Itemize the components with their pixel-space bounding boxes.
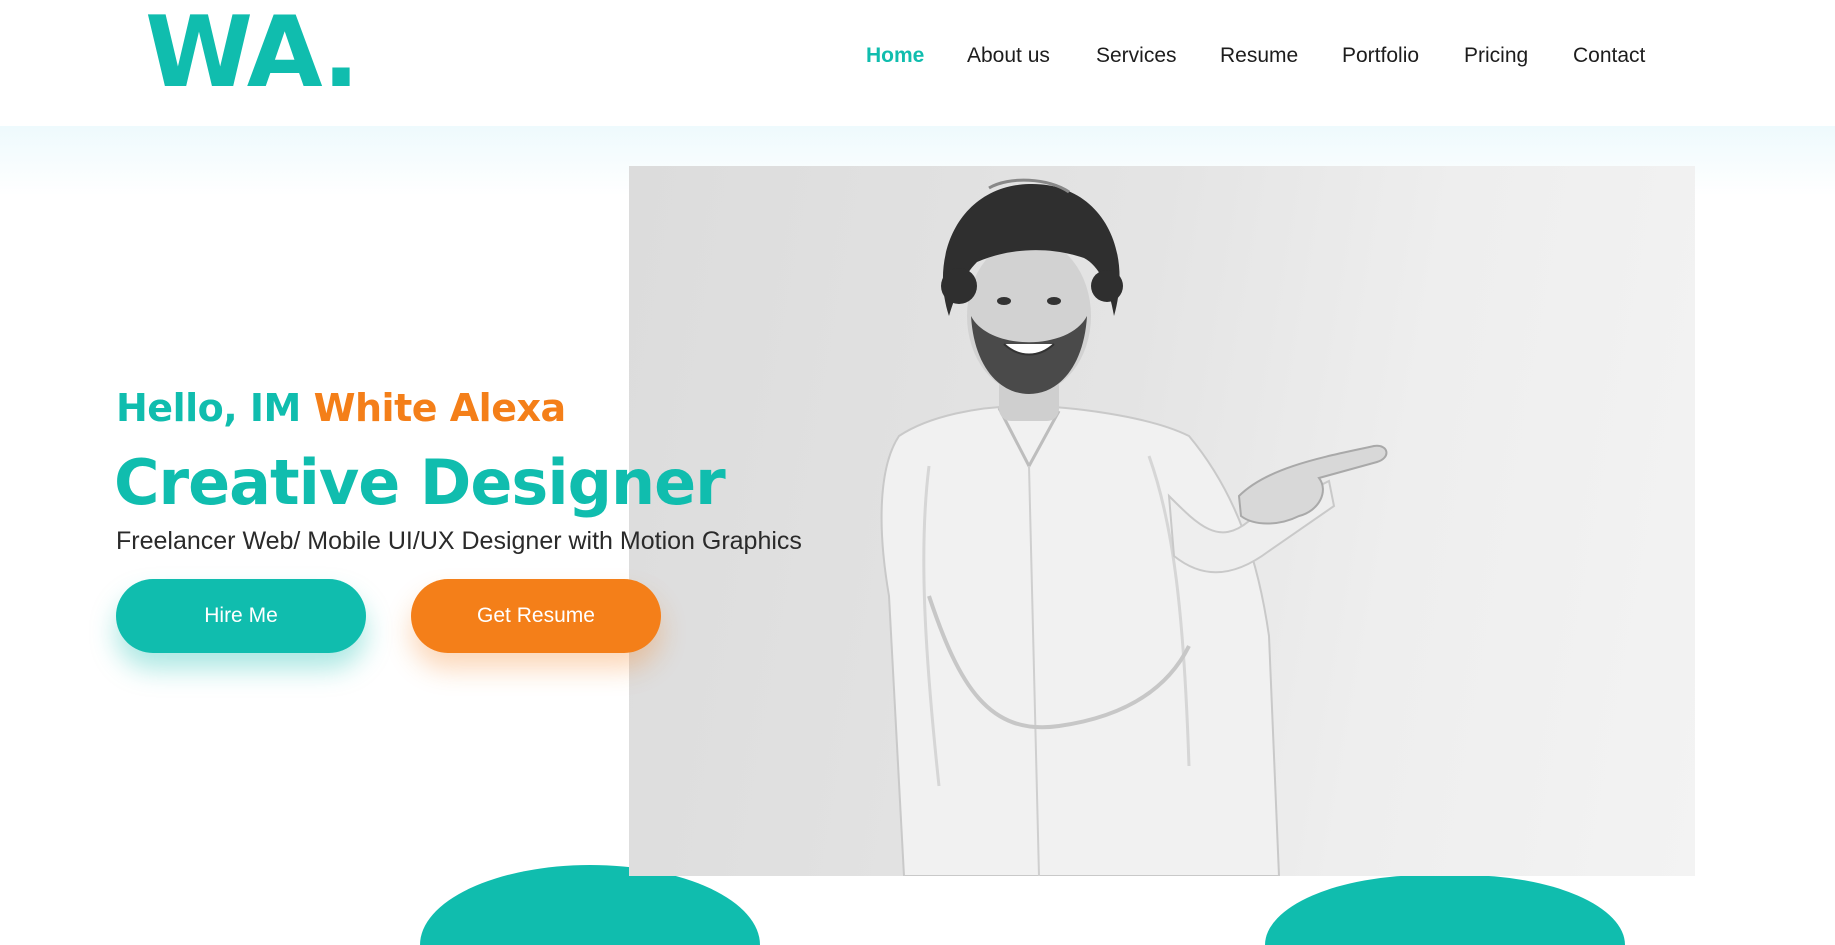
nav-contact[interactable]: Contact	[1573, 44, 1645, 68]
greeting-prefix: Hello, IM	[116, 386, 301, 430]
main-nav: Home About us Services Resume Portfolio …	[0, 44, 1835, 70]
hero-photo	[629, 166, 1695, 876]
nav-services[interactable]: Services	[1096, 44, 1177, 68]
site-header: WA. Home About us Services Resume Portfo…	[0, 0, 1835, 126]
nav-resume[interactable]: Resume	[1220, 44, 1298, 68]
hero-greeting: Hello, IM White Alexa	[116, 386, 566, 430]
hero-subtitle: Freelancer Web/ Mobile UI/UX Designer wi…	[116, 527, 802, 555]
nav-pricing[interactable]: Pricing	[1464, 44, 1528, 68]
hire-me-button[interactable]: Hire Me	[116, 579, 366, 653]
get-resume-button[interactable]: Get Resume	[411, 579, 661, 653]
nav-about-us[interactable]: About us	[967, 44, 1050, 68]
hero-name: White Alexa	[313, 386, 567, 430]
hero-title: Creative Designer	[114, 446, 726, 519]
person-illustration	[880, 178, 1388, 876]
nav-home[interactable]: Home	[866, 44, 924, 68]
nav-portfolio[interactable]: Portfolio	[1342, 44, 1419, 68]
